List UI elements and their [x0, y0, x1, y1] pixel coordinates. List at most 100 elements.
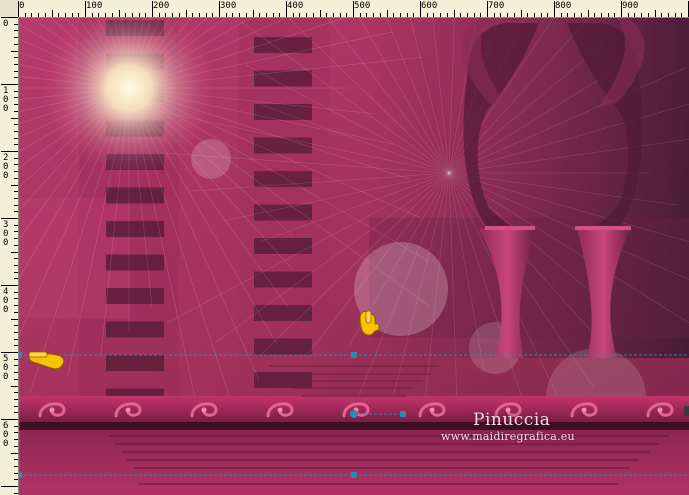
- ruler-h-label-200: 200: [153, 1, 170, 11]
- ruler-h-tick: [24, 13, 26, 17]
- ruler-v-tick: [14, 43, 18, 45]
- ruler-h-tick: [379, 13, 381, 17]
- ruler-h-tick: [319, 10, 321, 17]
- ruler-h-tick: [487, 1, 488, 17]
- ruler-h-tick: [51, 10, 53, 17]
- ruler-h-tick: [78, 13, 80, 17]
- ruler-v-tick: [14, 271, 18, 273]
- left-stripe: [106, 355, 164, 371]
- ruler-v-tick: [14, 110, 18, 112]
- ruler-v-tick: [14, 264, 18, 266]
- middle-stripe: [254, 238, 312, 254]
- ruler-h-tick: [326, 13, 328, 17]
- scroll-dot: [277, 407, 283, 413]
- guide-handle-top[interactable]: [351, 352, 357, 358]
- ruler-h-tick: [225, 13, 227, 17]
- middle-stripe: [254, 305, 312, 321]
- ruler-h-tick: [38, 13, 40, 17]
- ruler-h-tick: [205, 13, 207, 17]
- ruler-h-label-900: 900: [622, 1, 639, 11]
- ruler-v-label-600: 600: [3, 421, 9, 449]
- ruler-h-tick: [386, 10, 388, 17]
- ruler-v-tick: [11, 184, 18, 186]
- ruler-v-tick: [14, 144, 18, 146]
- ruler-h-tick: [520, 10, 522, 17]
- ruler-h-tick: [185, 10, 187, 17]
- ruler-v-tick: [14, 432, 18, 434]
- guide-handle-center-right[interactable]: [400, 411, 406, 417]
- middle-stripe: [254, 137, 312, 154]
- ruler-v-tick: [14, 171, 18, 173]
- ruler-h-tick: [172, 13, 174, 17]
- ruler-v-tick: [14, 244, 18, 246]
- ruler-h-tick: [306, 13, 308, 17]
- ruler-h-tick: [567, 13, 569, 17]
- left-stripe: [106, 254, 164, 271]
- ruler-h-tick: [18, 1, 19, 17]
- horizontal-ruler[interactable]: 0 100 200 300 400 500 600 700 800 900: [18, 0, 689, 18]
- ruler-h-tick: [71, 13, 73, 17]
- ruler-v-tick: [1, 352, 18, 353]
- guide-handle-center[interactable]: [350, 410, 358, 418]
- middle-stripe: [254, 338, 312, 355]
- ruler-v-tick: [14, 231, 18, 233]
- ruler-h-tick: [560, 13, 562, 17]
- ruler-v-tick: [14, 63, 18, 65]
- ruler-v-tick: [14, 104, 18, 106]
- ruler-h-tick: [299, 13, 301, 17]
- guide-handle-left[interactable]: [19, 352, 22, 358]
- ruler-h-tick: [158, 13, 160, 17]
- ruler-v-label-200: 200: [3, 153, 9, 181]
- guide-handle-bottom-left[interactable]: [19, 472, 22, 478]
- ruler-v-tick: [14, 425, 18, 427]
- ruler-v-tick: [14, 23, 18, 25]
- left-stripe: [106, 187, 164, 204]
- ruler-v-tick: [14, 97, 18, 99]
- ruler-h-tick: [580, 13, 582, 17]
- ruler-h-tick: [661, 13, 663, 17]
- ruler-v-tick: [14, 57, 18, 59]
- ruler-h-tick: [105, 13, 107, 17]
- image-canvas[interactable]: Pinuccia www.maidiregrafica.eu: [19, 18, 689, 495]
- ruler-h-label-400: 400: [287, 1, 304, 11]
- watermark-title: Pinuccia: [473, 410, 551, 430]
- ruler-v-tick: [14, 124, 18, 126]
- ruler-v-tick: [11, 50, 18, 52]
- ruler-h-tick: [219, 1, 220, 17]
- ruler-h-tick: [681, 13, 683, 17]
- ruler-h-tick: [373, 13, 375, 17]
- ruler-h-tick: [286, 1, 287, 17]
- ruler-h-tick: [413, 13, 415, 17]
- ruler-h-label-800: 800: [555, 1, 572, 11]
- middle-stripe: [254, 37, 312, 53]
- image-editor-window: 0 100 200 300 400 500 600 700 800 900 0 …: [0, 0, 689, 495]
- vertical-ruler[interactable]: 0 100 200 300 400 500 600: [0, 17, 19, 495]
- ruler-h-tick: [433, 13, 435, 17]
- ruler-h-tick: [245, 13, 247, 17]
- ruler-h-tick: [259, 13, 261, 17]
- ruler-h-tick: [507, 13, 509, 17]
- ruler-h-tick: [31, 13, 33, 17]
- ruler-v-tick: [14, 197, 18, 199]
- ruler-h-label-0: 0: [19, 1, 25, 11]
- ruler-v-tick: [11, 318, 18, 320]
- scroll-dot: [581, 407, 587, 413]
- ruler-h-label-100: 100: [86, 1, 103, 11]
- ruler-v-tick: [14, 392, 18, 394]
- ruler-v-tick: [14, 224, 18, 226]
- ruler-h-tick: [252, 10, 254, 17]
- ruler-h-tick: [165, 13, 167, 17]
- ruler-h-tick: [265, 13, 267, 17]
- ruler-h-tick: [145, 13, 147, 17]
- ruler-h-tick: [111, 13, 113, 17]
- ruler-h-label-300: 300: [220, 1, 237, 11]
- guide-handle-bottom[interactable]: [351, 472, 357, 478]
- ruler-v-tick: [14, 298, 18, 300]
- ruler-h-tick: [353, 1, 354, 17]
- ruler-v-label-300: 300: [3, 220, 9, 248]
- ruler-h-tick: [614, 13, 616, 17]
- ruler-h-tick: [600, 13, 602, 17]
- ruler-v-tick: [14, 90, 18, 92]
- left-stripe: [106, 321, 164, 338]
- ruler-v-tick: [14, 445, 18, 447]
